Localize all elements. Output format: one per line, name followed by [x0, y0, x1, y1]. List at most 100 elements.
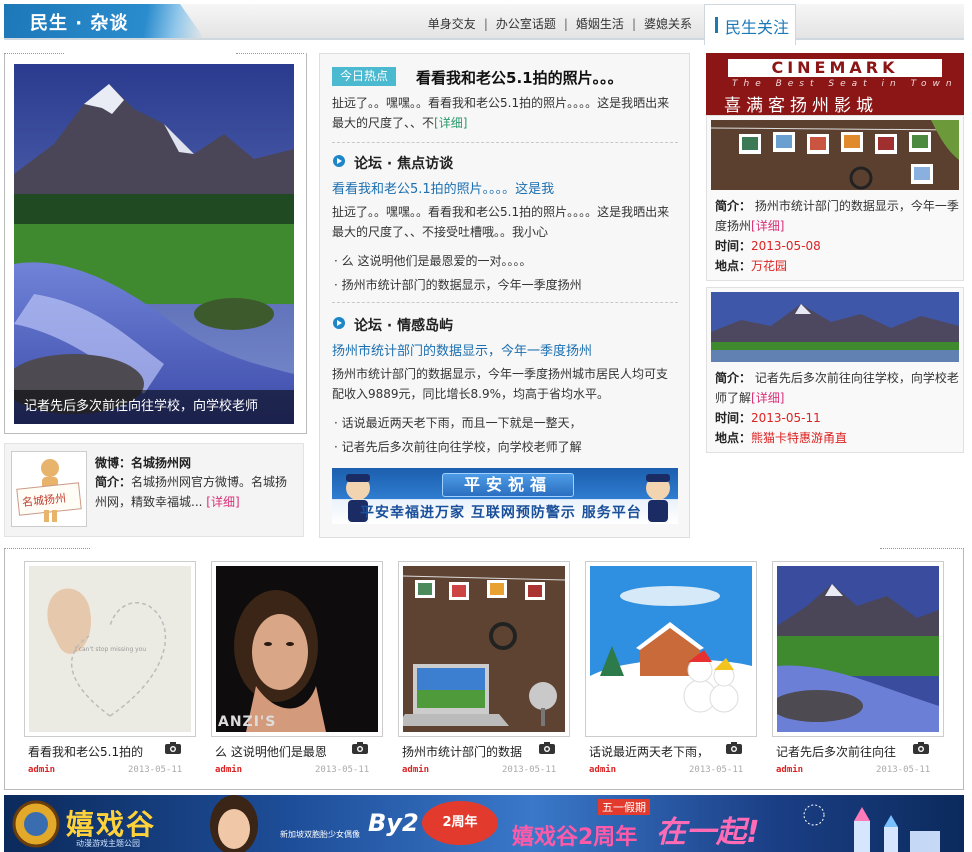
nav-item-dating[interactable]: 单身交友 — [428, 15, 476, 32]
event-place-line: 地点：万花园 — [715, 256, 959, 276]
brand-title: 民生 · 杂谈 — [30, 13, 129, 34]
forum1-bullet-1[interactable]: · 么 这说明他们是最恩爱的一对。。。。 — [334, 252, 531, 269]
desk-laptop-image — [403, 566, 565, 732]
tab-active-focus[interactable]: 民生关注 — [704, 4, 796, 45]
thumb-title[interactable]: 扬州市统计部门的数据 — [402, 743, 532, 760]
weibo-name[interactable]: 名城扬州网 — [131, 456, 191, 470]
forum2-heading[interactable]: 论坛 · 情感岛屿 — [354, 315, 453, 335]
weibo-more-link[interactable]: [详细] — [206, 495, 239, 509]
forum2-bullet-1[interactable]: · 话说最近两天老下雨，而且一下就是一整天， — [334, 414, 582, 431]
thumb-image — [590, 566, 752, 732]
time-label: 时间： — [715, 239, 752, 253]
image-caption-text: ANZI'S — [218, 714, 277, 730]
event-time: 2013-05-11 — [751, 411, 821, 425]
safety-banner[interactable]: 平安祝福 平安幸福进万家 互联网预防警示 服务平台 — [332, 468, 678, 524]
thumb-card[interactable]: ANZI'S — [211, 561, 383, 737]
nav-separator: | — [483, 17, 488, 31]
cinemark-ad[interactable]: CINEMARK The Best Seat in Town 喜满客扬州影城 — [706, 53, 964, 116]
event-more-link[interactable]: [详细] — [751, 219, 784, 233]
forum1-headline-link[interactable]: 看看我和老公5.1拍的照片。。。。这是我 — [332, 178, 554, 197]
thumb-card[interactable] — [772, 561, 944, 737]
thumb-author[interactable]: admin — [589, 765, 616, 775]
thumb-card[interactable] — [398, 561, 570, 737]
event-info-2: 简介： 记者先后多次前往向往学校，向学校老师了解[详细] 时间：2013-05-… — [715, 368, 959, 448]
play-icon — [333, 317, 345, 329]
event-info-1: 简介： 扬州市统计部门的数据显示，今年一季度扬州[详细] 时间：2013-05-… — [715, 196, 959, 276]
ad-promo: 嬉戏谷2周年 — [512, 825, 638, 850]
event-card-2: 简介： 记者先后多次前往向往学校，向学校老师了解[详细] 时间：2013-05-… — [706, 287, 964, 453]
hot-more-link[interactable]: [详细] — [434, 116, 467, 130]
tab-label: 民生关注 — [725, 18, 790, 37]
camera-icon[interactable] — [538, 741, 556, 755]
event-card-1: 简介： 扬州市统计部门的数据显示，今年一季度扬州[详细] 时间：2013-05-… — [706, 115, 964, 281]
thumb-title[interactable]: 话说最近两天老下雨， — [589, 743, 719, 760]
forum1-heading[interactable]: 论坛 · 焦点访谈 — [354, 153, 453, 173]
ad-slogan: 在一起! — [656, 815, 760, 850]
thumb-title[interactable]: 么 这说明他们是最恩 — [215, 743, 345, 760]
place-label: 地点： — [715, 431, 752, 445]
frame-dots — [4, 548, 90, 551]
thumb-image — [403, 566, 565, 732]
weibo-card: 名城扬州 微博：名城扬州网 简介：名城扬州网官方微博。名城扬州网，精致幸福城..… — [4, 443, 304, 537]
weibo-logo[interactable]: 名城扬州 — [11, 451, 87, 527]
divider — [332, 302, 678, 303]
thumb-date: 2013-05-11 — [502, 765, 557, 775]
event-time: 2013-05-08 — [751, 239, 821, 253]
thumb-author[interactable]: admin — [215, 765, 242, 775]
event-time-line: 时间：2013-05-08 — [715, 236, 959, 256]
weibo-name-line: 微博：名城扬州网 — [95, 454, 191, 471]
ad-brand-sub: 动漫游戏主题公园 — [76, 839, 140, 848]
thumb-date: 2013-05-11 — [689, 765, 744, 775]
place-label: 地点： — [715, 259, 752, 273]
nav-item-office[interactable]: 办公室话题 — [496, 15, 556, 32]
event-intro-line: 简介： 扬州市统计部门的数据显示，今年一季度扬州[详细] — [715, 196, 959, 236]
sub-nav: 单身交友 | 办公室话题 | 婚姻生活 | 婆媳关系 — [428, 15, 692, 32]
hot-title[interactable]: 看看我和老公5.1拍的照片。。。 — [416, 67, 623, 88]
safety-banner-slogan: 平安幸福进万家 互联网预防警示 服务平台 — [360, 505, 642, 521]
forum2-bullet-2[interactable]: · 记者先后多次前往向往学校，向学校老师了解 — [334, 438, 582, 455]
nav-item-marriage[interactable]: 婚姻生活 — [576, 15, 624, 32]
hot-badge: 今日热点 — [332, 67, 396, 86]
time-label: 时间： — [715, 411, 752, 425]
nav-item-inlaws[interactable]: 婆媳关系 — [644, 15, 692, 32]
event-place[interactable]: 万花园 — [751, 259, 787, 273]
event-photo-1[interactable] — [711, 120, 959, 190]
intro-label: 简介： — [715, 199, 752, 213]
mountain-river-image — [14, 64, 294, 424]
hot-text: 扯远了。。嘿嘿。。看看我和老公5.1拍的照片。。。。这是我晒出来最大的尺度了、、… — [332, 96, 670, 130]
camera-icon[interactable] — [164, 741, 182, 755]
cinemark-name: 喜满客扬州影城 — [724, 96, 878, 116]
theme-park-ad[interactable]: 嬉戏谷 动漫游戏主题公园 新加坡双胞胎少女偶像 By2 2周年 嬉戏谷2周年 五… — [4, 795, 964, 852]
camera-icon[interactable] — [912, 741, 930, 755]
image-caption-text: I can't stop missing you — [75, 646, 147, 653]
feature-caption[interactable]: 记者先后多次前往向往学校，向学校老师 — [14, 390, 294, 424]
mountain-river-image — [777, 566, 939, 732]
ad-anniv-badge: 2周年 — [422, 801, 498, 845]
camera-icon[interactable] — [351, 741, 369, 755]
event-place[interactable]: 熊猫卡特惠游甬直 — [751, 431, 847, 445]
thumb-image: I can't stop missing you — [29, 566, 191, 732]
camera-icon[interactable] — [725, 741, 743, 755]
thumb-card[interactable] — [585, 561, 757, 737]
thumb-card[interactable]: I can't stop missing you — [24, 561, 196, 737]
idol-photo — [210, 795, 258, 852]
frame-dots — [4, 53, 64, 56]
thumb-title[interactable]: 看看我和老公5.1拍的 — [28, 743, 158, 760]
feature-photo[interactable] — [14, 64, 294, 424]
mountain-lake-image — [711, 292, 959, 362]
play-icon — [333, 155, 345, 167]
thumb-author[interactable]: admin — [28, 765, 55, 775]
event-place-line: 地点：熊猫卡特惠游甬直 — [715, 428, 959, 448]
castle-fireworks-image — [803, 804, 940, 852]
cinemark-tagline: The Best Seat in Town — [732, 79, 958, 89]
police-mascot-icon — [646, 474, 670, 522]
event-photo-2[interactable] — [711, 292, 959, 362]
frame-dots — [880, 548, 964, 551]
forum2-headline-link[interactable]: 扬州市统计部门的数据显示，今年一季度扬州 — [332, 340, 592, 359]
thumb-title[interactable]: 记者先后多次前往向往 — [776, 743, 906, 760]
thumb-author[interactable]: admin — [402, 765, 429, 775]
forum1-bullet-2[interactable]: · 扬州市统计部门的数据显示，今年一季度扬州 — [334, 276, 582, 293]
section-header: 民生 · 杂谈 单身交友 | 办公室话题 | 婚姻生活 | 婆媳关系 民生关注 — [4, 4, 964, 45]
event-more-link[interactable]: [详细] — [751, 391, 784, 405]
thumb-author[interactable]: admin — [776, 765, 803, 775]
